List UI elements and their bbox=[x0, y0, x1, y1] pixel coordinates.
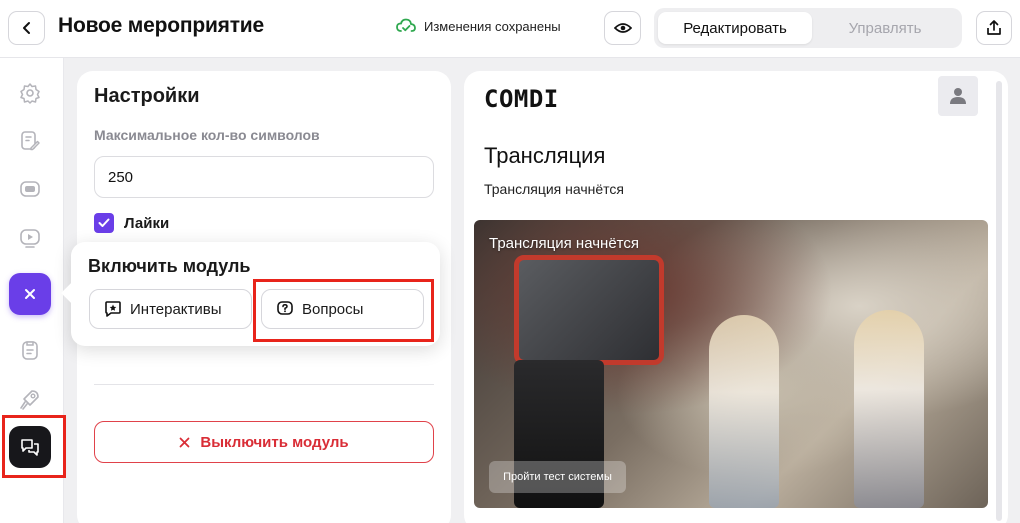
close-icon bbox=[179, 437, 190, 447]
interactives-label: Интерактивы bbox=[130, 300, 222, 318]
top-bar: Новое мероприятие Изменения сохранены Ре… bbox=[0, 0, 1020, 58]
brand-logo: COMDI bbox=[484, 85, 559, 113]
sidebar-item-video[interactable] bbox=[18, 226, 42, 250]
close-module-button[interactable] bbox=[9, 273, 51, 315]
preview-button[interactable] bbox=[604, 11, 641, 45]
page-title: Новое мероприятие bbox=[58, 14, 264, 37]
max-chars-label: Максимальное кол-во символов bbox=[94, 127, 320, 143]
video-background bbox=[709, 315, 779, 508]
disable-module-label: Выключить модуль bbox=[200, 433, 349, 451]
avatar[interactable] bbox=[938, 76, 978, 116]
chevron-left-icon bbox=[22, 22, 30, 34]
system-test-button[interactable]: Пройти тест системы bbox=[489, 461, 626, 493]
close-icon bbox=[25, 289, 35, 299]
rocket-icon bbox=[20, 390, 39, 410]
max-chars-input[interactable]: 250 bbox=[94, 156, 434, 198]
highlight-box bbox=[2, 415, 66, 478]
likes-label: Лайки bbox=[124, 214, 170, 232]
eye-icon bbox=[613, 23, 632, 33]
mode-switch: Редактировать Управлять bbox=[654, 8, 962, 48]
play-icon bbox=[20, 229, 40, 248]
clipboard-icon bbox=[22, 341, 38, 360]
sidebar-item-launch[interactable] bbox=[18, 387, 42, 411]
tab-manage[interactable]: Управлять bbox=[812, 12, 958, 44]
preview-panel: COMDI Трансляция Трансляция начнётся Тра… bbox=[464, 71, 1008, 523]
checkmark-icon bbox=[98, 218, 110, 227]
edit-document-icon bbox=[21, 131, 40, 151]
sidebar-item-edit[interactable] bbox=[18, 129, 42, 153]
popup-title: Включить модуль bbox=[88, 256, 251, 276]
likes-checkbox[interactable] bbox=[94, 213, 114, 233]
tab-edit[interactable]: Редактировать bbox=[658, 12, 812, 44]
back-button[interactable] bbox=[8, 11, 45, 45]
disable-module-button[interactable]: Выключить модуль bbox=[94, 421, 434, 463]
chat-box-icon bbox=[20, 181, 40, 197]
save-status-text: Изменения сохранены bbox=[424, 18, 561, 34]
star-chat-icon bbox=[105, 301, 121, 317]
user-icon bbox=[950, 88, 966, 104]
settings-title: Настройки bbox=[94, 85, 200, 107]
stream-heading: Трансляция bbox=[484, 143, 606, 168]
cloud-check-icon bbox=[396, 18, 416, 32]
highlight-box bbox=[253, 279, 434, 342]
scrollbar[interactable] bbox=[996, 81, 1002, 521]
popup-pointer bbox=[61, 283, 81, 303]
video-background bbox=[854, 310, 924, 508]
divider bbox=[94, 384, 434, 385]
interactives-button[interactable]: Интерактивы bbox=[89, 289, 252, 329]
video-player[interactable]: Трансляция начнётся Пройти тест системы bbox=[474, 220, 988, 508]
stream-subtitle: Трансляция начнётся bbox=[484, 181, 624, 197]
video-background bbox=[514, 255, 664, 365]
gear-icon bbox=[20, 83, 40, 104]
share-icon bbox=[987, 20, 1001, 35]
save-status: Изменения сохранены bbox=[396, 18, 561, 34]
sidebar-item-screen[interactable] bbox=[18, 177, 42, 201]
likes-checkbox-row[interactable]: Лайки bbox=[94, 213, 169, 233]
sidebar-item-tasks[interactable] bbox=[18, 338, 42, 362]
sidebar-item-settings[interactable] bbox=[18, 81, 42, 105]
video-title: Трансляция начнётся bbox=[489, 235, 639, 252]
share-button[interactable] bbox=[976, 11, 1012, 45]
